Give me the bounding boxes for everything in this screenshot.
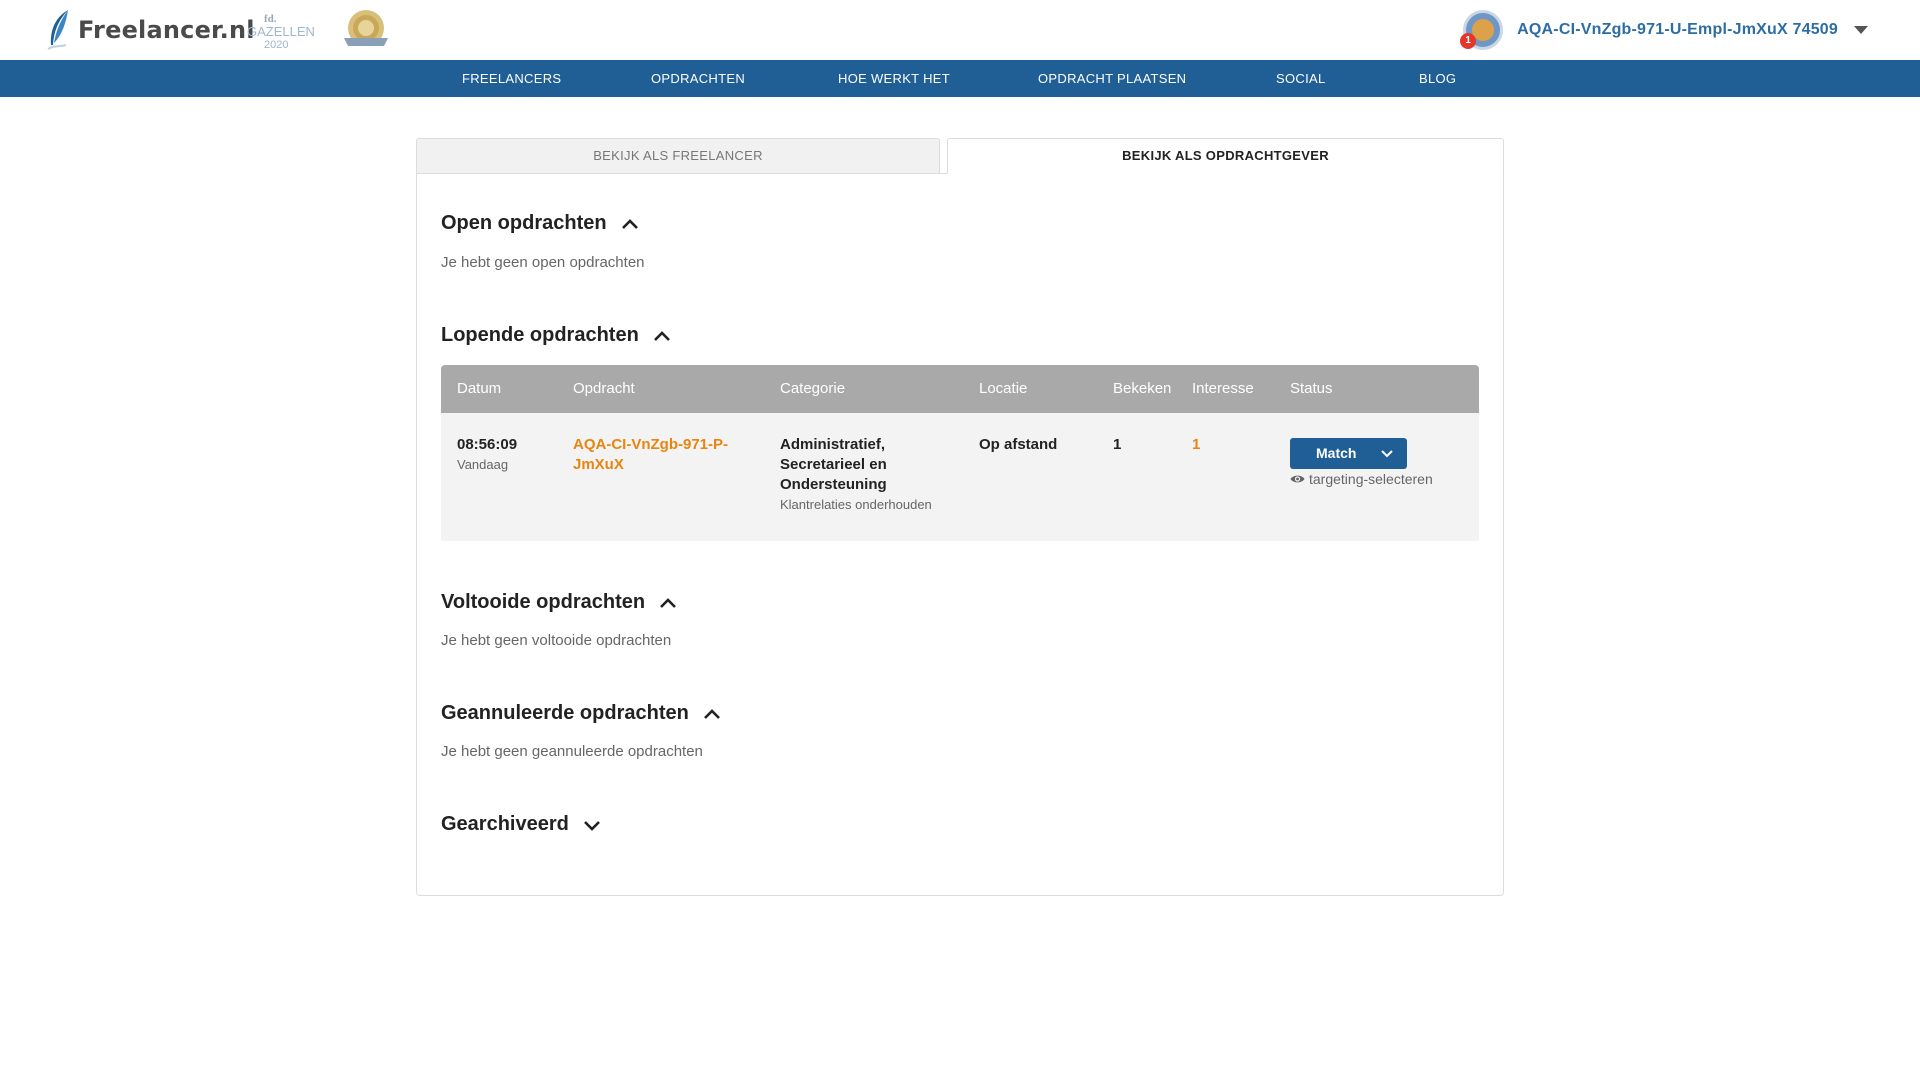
chevron-up-icon[interactable] xyxy=(703,708,721,720)
column-header-datum: Datum xyxy=(457,380,502,397)
targeting-text: targeting-selecteren xyxy=(1309,471,1433,487)
empty-voltooide-opdrachten: Je hebt geen voltooide opdrachten xyxy=(441,632,672,649)
tab-bekijk-als-freelancer[interactable]: BEKIJK ALS FREELANCER xyxy=(416,138,940,174)
column-header-opdracht: Opdracht xyxy=(573,380,635,397)
subcategorie: Klantrelaties onderhouden xyxy=(780,497,932,512)
section-title-lopende: Lopende opdrachten xyxy=(441,324,639,346)
chevron-up-icon[interactable] xyxy=(659,597,677,609)
nav-item-opdrachten[interactable]: OPDRACHTEN xyxy=(651,60,745,97)
gazellen-badge: fd. GAZELLEN 2020 xyxy=(246,10,320,51)
cell-datum: 08:56:09 Vandaag xyxy=(457,435,517,475)
nav-item-opdracht-plaatsen[interactable]: OPDRACHT PLAATSEN xyxy=(1038,60,1186,97)
column-header-bekeken: Bekeken xyxy=(1113,380,1172,397)
username[interactable]: AQA-CI-VnZgb-971-U-Empl-JmXuX 74509 xyxy=(1517,21,1838,39)
nav-item-blog[interactable]: BLOG xyxy=(1419,60,1456,97)
table-header: Datum Opdracht Categorie Locatie Bekeken… xyxy=(441,365,1479,413)
section-title-open: Open opdrachten xyxy=(441,212,607,234)
section-title-geannuleerde: Geannuleerde opdrachten xyxy=(441,702,689,724)
cell-categorie: Administratief, Secretarieel en Onderste… xyxy=(780,435,932,515)
avatar[interactable]: 1 xyxy=(1460,10,1504,50)
cell-interesse[interactable]: 1 xyxy=(1192,435,1200,455)
opdracht-link[interactable]: AQA-CI-VnZgb-971-P- JmXuX xyxy=(573,435,728,475)
notification-badge: 1 xyxy=(1460,33,1477,49)
gazellen-badge-year: 2020 xyxy=(264,39,288,50)
eye-icon xyxy=(1290,475,1305,483)
column-header-interesse: Interesse xyxy=(1192,380,1254,397)
logo-text: Freelancer.nl xyxy=(78,16,255,44)
column-header-locatie: Locatie xyxy=(979,380,1028,397)
nav-item-freelancers[interactable]: FREELANCERS xyxy=(462,60,561,97)
targeting-note: targeting-selecteren xyxy=(1290,471,1433,487)
section-voltooide-opdrachten[interactable]: Voltooide opdrachten xyxy=(441,591,677,614)
section-geannuleerde-opdrachten[interactable]: Geannuleerde opdrachten xyxy=(441,702,721,725)
nav-item-social[interactable]: SOCIAL xyxy=(1276,60,1325,97)
main-nav: FREELANCERS OPDRACHTEN HOE WERKT HET OPD… xyxy=(0,60,1920,97)
nav-item-hoe-werkt-het[interactable]: HOE WERKT HET xyxy=(838,60,950,97)
feather-icon xyxy=(47,10,68,50)
site-logo[interactable]: Freelancer.nl xyxy=(46,8,255,52)
award-seal-icon xyxy=(338,8,394,52)
site-header: Freelancer.nl fd. GAZELLEN 2020 1 AQA-CI… xyxy=(0,0,1920,60)
section-open-opdrachten[interactable]: Open opdrachten xyxy=(441,212,639,235)
user-menu[interactable]: 1 AQA-CI-VnZgb-971-U-Empl-JmXuX 74509 xyxy=(1460,10,1868,50)
opdracht-title-line2: JmXuX xyxy=(573,456,624,473)
chevron-up-icon[interactable] xyxy=(653,330,671,342)
gazellen-badge-word: GAZELLEN xyxy=(247,24,315,39)
section-title-voltooide: Voltooide opdrachten xyxy=(441,591,646,613)
section-lopende-opdrachten[interactable]: Lopende opdrachten xyxy=(441,324,671,347)
table-row: 08:56:09 Vandaag AQA-CI-VnZgb-971-P- JmX… xyxy=(441,413,1479,541)
empty-open-opdrachten: Je hebt geen open opdrachten xyxy=(441,254,645,271)
column-header-status: Status xyxy=(1290,380,1333,397)
cell-locatie: Op afstand xyxy=(979,436,1058,453)
categorie-line3: Ondersteuning xyxy=(780,476,887,493)
status-match-label: Match xyxy=(1316,445,1357,461)
section-gearchiveerd[interactable]: Gearchiveerd xyxy=(441,813,601,836)
cell-bekeken: 1 xyxy=(1113,436,1122,453)
categorie-line1: Administratief, xyxy=(780,436,886,453)
section-title-gearchiveerd: Gearchiveerd xyxy=(441,813,569,835)
chevron-down-icon xyxy=(1381,450,1393,458)
chevron-up-icon[interactable] xyxy=(621,218,639,230)
chevron-down-icon[interactable] xyxy=(583,819,601,831)
row-day: Vandaag xyxy=(457,457,509,472)
tab-bekijk-als-opdrachtgever[interactable]: BEKIJK ALS OPDRACHTGEVER xyxy=(947,138,1504,174)
opdracht-title-line1: AQA-CI-VnZgb-971-P- xyxy=(573,436,728,453)
row-time: 08:56:09 xyxy=(457,436,518,453)
view-tabs: BEKIJK ALS FREELANCER BEKIJK ALS OPDRACH… xyxy=(416,138,1504,174)
categorie-line2: Secretarieel en xyxy=(780,456,887,473)
status-match-dropdown[interactable]: Match xyxy=(1290,438,1407,469)
empty-geannuleerde-opdrachten: Je hebt geen geannuleerde opdrachten xyxy=(441,743,703,760)
caret-down-icon[interactable] xyxy=(1854,26,1868,34)
column-header-categorie: Categorie xyxy=(780,380,846,397)
